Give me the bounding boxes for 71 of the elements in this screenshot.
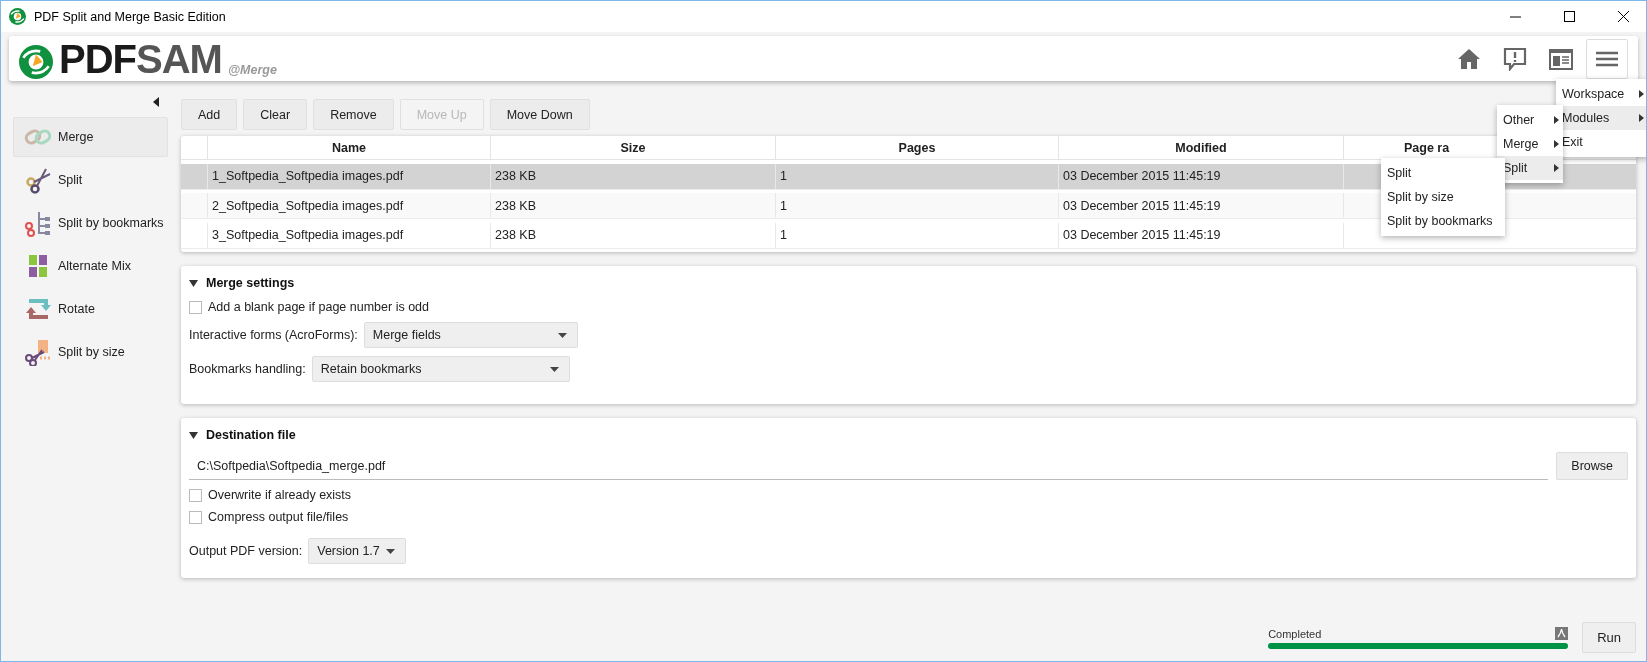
menu-icon bbox=[1596, 50, 1618, 67]
column-header[interactable]: Size bbox=[491, 136, 776, 160]
menu-button[interactable] bbox=[1586, 38, 1628, 79]
checkbox-option[interactable]: Overwrite if already exists bbox=[189, 488, 1628, 502]
menu-item[interactable]: Split by size bbox=[1381, 185, 1505, 209]
checkbox[interactable] bbox=[189, 488, 202, 502]
app-logo-icon bbox=[9, 8, 26, 25]
field-label: Bookmarks handling: bbox=[189, 362, 306, 376]
sidebar-item[interactable]: Rotate bbox=[13, 289, 168, 329]
section-header[interactable]: Merge settings bbox=[189, 276, 295, 290]
table-cell: 03 December 2015 11:45:19 bbox=[1059, 193, 1344, 219]
home-icon bbox=[1457, 47, 1481, 70]
caret-icon bbox=[386, 548, 396, 554]
section-header[interactable]: Destination file bbox=[189, 428, 296, 442]
collapse-triangle-icon bbox=[189, 278, 198, 288]
sidebar-item[interactable]: Split by size bbox=[13, 332, 168, 372]
table-cell: 2_Softpedia_Softpedia images.pdf bbox=[208, 193, 491, 219]
column-header[interactable]: Modified bbox=[1059, 136, 1344, 160]
scissors-tree-icon bbox=[24, 209, 52, 237]
browse-button[interactable]: Browse bbox=[1556, 452, 1628, 480]
scissors-icon bbox=[24, 166, 52, 194]
table-cell: 238 KB bbox=[491, 222, 776, 249]
dropdown[interactable]: Version 1.7 bbox=[308, 538, 407, 564]
run-button[interactable]: Run bbox=[1582, 622, 1636, 653]
checkbox[interactable] bbox=[189, 300, 202, 314]
row-selector-cell[interactable] bbox=[181, 222, 208, 249]
close-icon bbox=[1617, 11, 1629, 22]
table-cell: 1 bbox=[776, 222, 1059, 249]
collapse-sidebar-button[interactable] bbox=[151, 95, 161, 107]
menu-item[interactable]: Workspace bbox=[1556, 82, 1646, 106]
speech-bubble-icon bbox=[1503, 46, 1527, 71]
checkbox-option[interactable]: Add a blank page if page number is odd bbox=[189, 300, 1628, 314]
toolbar-button[interactable]: Clear bbox=[243, 99, 308, 130]
table-cell: 1 bbox=[776, 163, 1059, 190]
scissors-page-icon bbox=[24, 338, 52, 366]
column-header[interactable]: Pages bbox=[776, 136, 1059, 160]
field-label: Output PDF version: bbox=[189, 544, 303, 558]
sidebar-item[interactable]: Split bbox=[13, 160, 168, 200]
menu-item[interactable]: Split by bookmarks bbox=[1381, 209, 1505, 233]
logo-text: PDFSAM bbox=[59, 38, 222, 79]
maximize-icon bbox=[1563, 11, 1575, 22]
sidebar-item[interactable]: Merge bbox=[13, 117, 168, 157]
table-cell: 03 December 2015 11:45:19 bbox=[1059, 163, 1344, 190]
dropdown[interactable]: Merge fields bbox=[363, 322, 578, 348]
table-cell: 238 KB bbox=[491, 193, 776, 219]
window-title: PDF Split and Merge Basic Edition bbox=[34, 9, 227, 24]
checkbox[interactable] bbox=[189, 510, 202, 524]
caret-icon bbox=[549, 366, 559, 372]
toolbar-button[interactable]: Add bbox=[181, 99, 238, 130]
field-label: Interactive forms (AcroForms): bbox=[189, 328, 358, 342]
pdf-icon[interactable] bbox=[1555, 627, 1569, 640]
caret-icon bbox=[557, 332, 567, 338]
column-header[interactable]: Name bbox=[208, 136, 491, 160]
toolbar-button[interactable]: Move Down bbox=[489, 99, 590, 130]
table-cell: 238 KB bbox=[491, 163, 776, 190]
header-cell bbox=[181, 136, 208, 160]
status-text: Completed bbox=[1268, 628, 1322, 640]
sidebar-item[interactable]: Split by bookmarks bbox=[13, 203, 168, 243]
checkbox-option[interactable]: Compress output file/files bbox=[189, 510, 1628, 524]
row-selector-cell[interactable] bbox=[181, 193, 208, 219]
table-cell: 1 bbox=[776, 193, 1059, 219]
toolbar-button[interactable]: Remove bbox=[313, 99, 394, 130]
table-cell: 3_Softpedia_Softpedia images.pdf bbox=[208, 222, 491, 249]
collapse-triangle-icon bbox=[189, 430, 198, 440]
dropdown[interactable]: Retain bookmarks bbox=[311, 356, 570, 382]
table-cell: 1_Softpedia_Softpedia images.pdf bbox=[208, 163, 491, 190]
sidebar-item[interactable]: Alternate Mix bbox=[13, 246, 168, 286]
newspaper-icon bbox=[1549, 47, 1573, 70]
row-selector-cell[interactable] bbox=[181, 163, 208, 190]
table-cell: 03 December 2015 11:45:19 bbox=[1059, 222, 1344, 249]
module-name: @Merge bbox=[227, 62, 277, 77]
